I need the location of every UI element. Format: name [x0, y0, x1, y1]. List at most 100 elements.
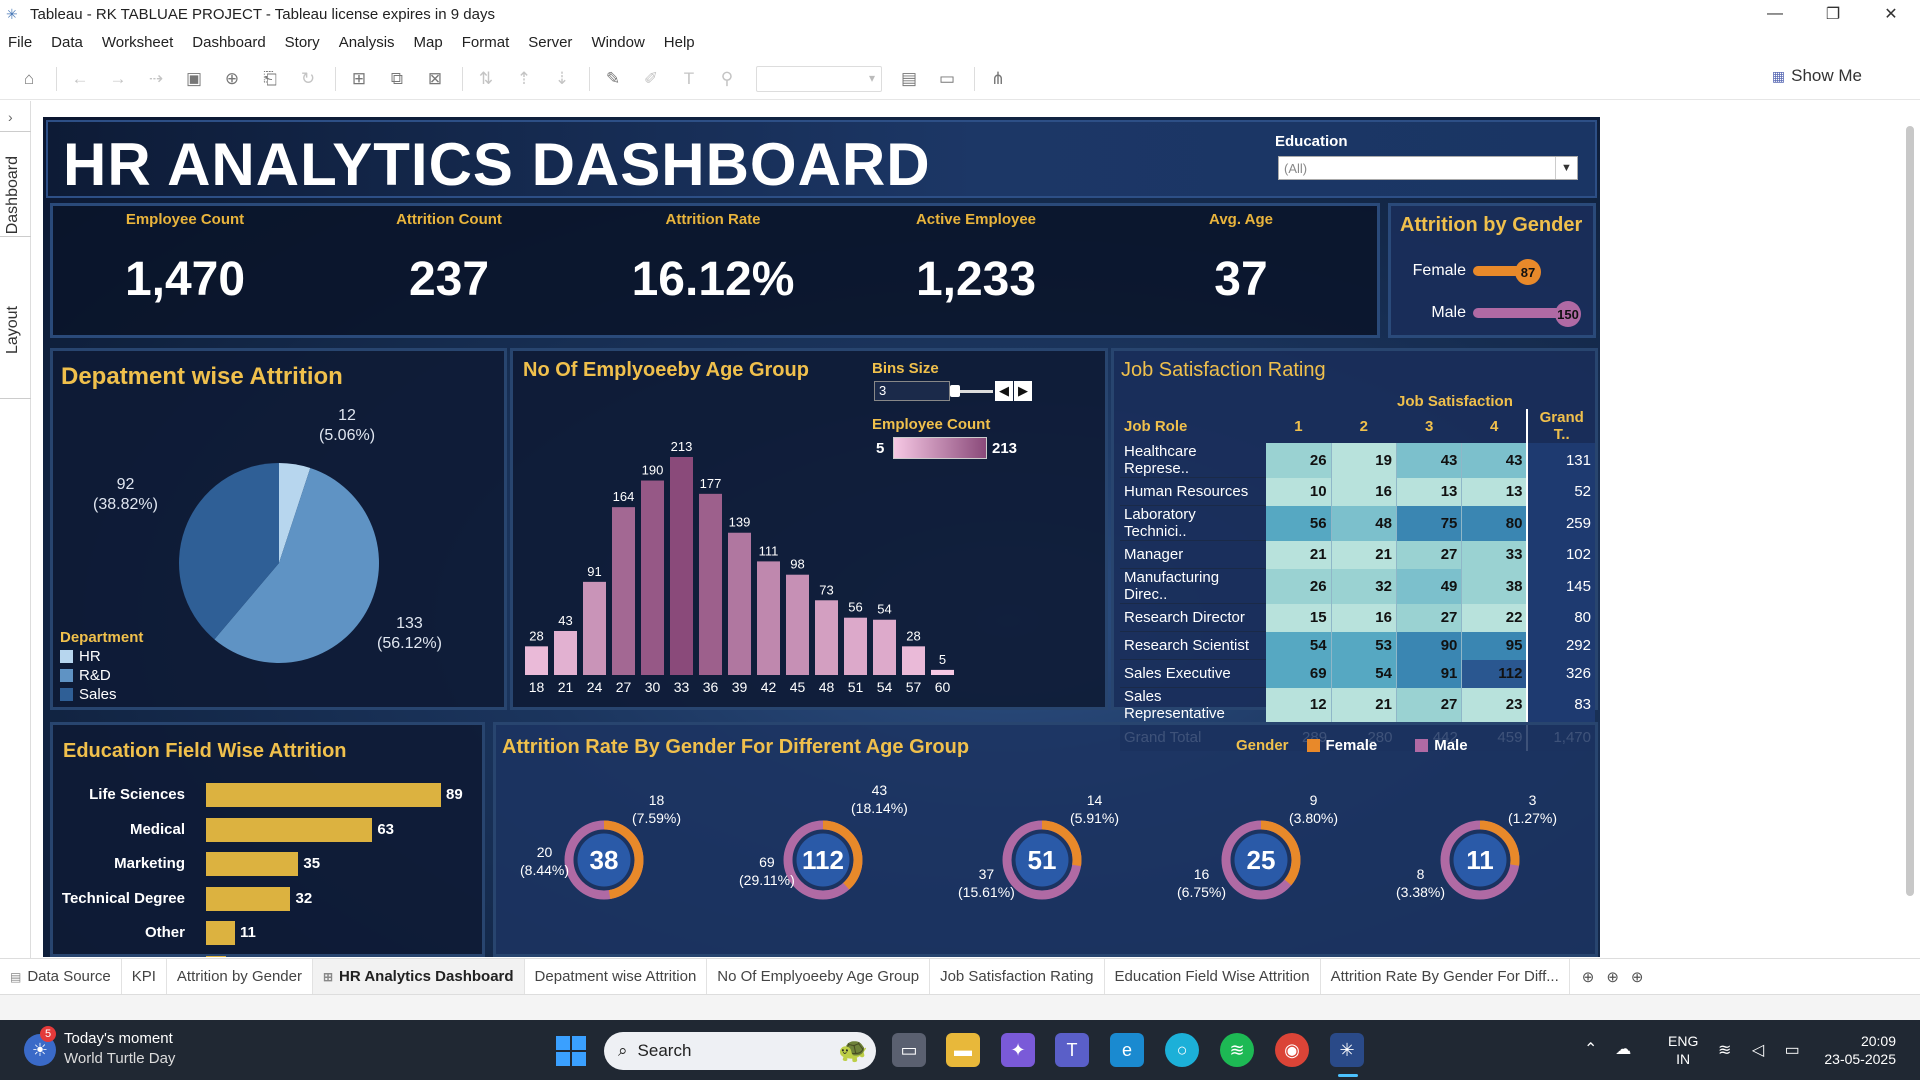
news-widget-title[interactable]: Today's moment	[64, 1030, 173, 1047]
menu-story[interactable]: Story	[285, 34, 320, 51]
heat-cell[interactable]: 21	[1331, 540, 1397, 569]
column-header[interactable]: 1	[1266, 409, 1331, 443]
menu-help[interactable]: Help	[664, 34, 695, 51]
heat-cell[interactable]: 22	[1461, 603, 1528, 632]
age-bar[interactable]	[786, 574, 809, 675]
chevron-right-icon[interactable]: ›	[8, 109, 13, 125]
chevron-down-icon[interactable]: ▼	[1555, 157, 1577, 179]
column-header[interactable]: 3	[1396, 409, 1461, 443]
heat-cell[interactable]: 10	[1265, 477, 1332, 506]
heat-cell[interactable]: 48	[1331, 505, 1397, 541]
age-bar[interactable]	[583, 581, 606, 675]
age-bar[interactable]	[728, 532, 751, 675]
taskbar-search[interactable]: ⌕ Search 🐢	[604, 1032, 876, 1070]
edu-bar-row[interactable]: Other 11	[53, 918, 483, 948]
age-bar[interactable]	[670, 457, 693, 675]
menu-data[interactable]: Data	[51, 34, 83, 51]
heat-cell[interactable]: 43	[1396, 443, 1463, 478]
heat-cell[interactable]: 95	[1461, 631, 1528, 660]
menu-window[interactable]: Window	[591, 34, 644, 51]
heat-cell[interactable]: 23	[1461, 687, 1528, 723]
menu-worksheet[interactable]: Worksheet	[102, 34, 173, 51]
legend-label[interactable]: Female	[1326, 737, 1378, 754]
heat-cell[interactable]: 15	[1265, 603, 1332, 632]
language-indicator[interactable]: ENG IN	[1668, 1032, 1698, 1068]
heat-cell[interactable]: 53	[1331, 631, 1397, 660]
age-bar[interactable]	[873, 619, 896, 675]
heat-cell[interactable]: 56	[1265, 505, 1332, 541]
legend-item-rd[interactable]: R&D	[60, 667, 143, 684]
sheet-tab[interactable]: Education Field Wise Attrition	[1105, 958, 1321, 995]
sheet-tab[interactable]: Depatment wise Attrition	[525, 958, 708, 995]
swap-icon[interactable]: ⇅	[473, 66, 499, 92]
heat-cell[interactable]: 21	[1265, 540, 1332, 569]
heat-cell[interactable]: 43	[1461, 443, 1528, 478]
edu-bar[interactable]	[206, 852, 299, 876]
new-worksheet-icon[interactable]: ⊞	[346, 66, 372, 92]
table-row[interactable]: Laboratory Technici.. 56 48 75 80 259	[1120, 505, 1595, 541]
undo-icon[interactable]: ←	[67, 66, 93, 92]
age-bar[interactable]	[757, 561, 780, 675]
gender-bar[interactable]	[1473, 308, 1568, 318]
table-row[interactable]: Manufacturing Direc.. 26 32 49 38 145	[1120, 568, 1595, 604]
tab-layout-pane[interactable]: Layout	[4, 306, 22, 354]
heat-cell[interactable]: 91	[1396, 659, 1463, 688]
heat-cell[interactable]: 27	[1396, 687, 1463, 723]
home-icon[interactable]: ⌂	[16, 66, 42, 92]
menu-map[interactable]: Map	[414, 34, 443, 51]
education-filter-select[interactable]: (All) ▼	[1278, 156, 1578, 180]
fit-dropdown[interactable]	[756, 65, 882, 92]
edge-icon[interactable]: e	[1110, 1033, 1144, 1067]
age-bar[interactable]	[902, 646, 925, 675]
highlight-icon[interactable]: ✎	[600, 66, 626, 92]
menu-dashboard[interactable]: Dashboard	[192, 34, 265, 51]
menu-format[interactable]: Format	[462, 34, 510, 51]
age-bar[interactable]	[612, 507, 635, 675]
heat-cell[interactable]: 26	[1265, 568, 1332, 604]
table-row[interactable]: Human Resources 10 16 13 13 52	[1120, 477, 1595, 506]
new-datasource-icon[interactable]: ⊕	[219, 66, 245, 92]
edu-bar-row[interactable]: Life Sciences 89	[53, 780, 483, 810]
tableau-taskbar-icon[interactable]: ✳	[1330, 1033, 1364, 1067]
sheet-tab[interactable]: ▤ Data Source	[0, 958, 122, 995]
refresh-icon[interactable]: ↻	[295, 66, 321, 92]
tray-overflow-icon[interactable]: ⌃ ☁	[1584, 1039, 1631, 1059]
group-icon[interactable]: ✐	[638, 66, 664, 92]
minimize-button[interactable]: —	[1746, 0, 1804, 28]
legend-item-sales[interactable]: Sales	[60, 686, 143, 703]
share-icon[interactable]: ⋔	[985, 66, 1011, 92]
legend-label[interactable]: Male	[1434, 737, 1467, 754]
copilot-icon[interactable]: ✦	[1001, 1033, 1035, 1067]
task-view-icon[interactable]: ▭	[892, 1033, 926, 1067]
sheet-tab[interactable]: ⊞ HR Analytics Dashboard	[312, 958, 525, 995]
edu-bar[interactable]	[206, 817, 373, 842]
age-bar[interactable]	[931, 669, 954, 675]
heat-cell[interactable]: 38	[1461, 568, 1528, 604]
donut-chart[interactable]: 25	[1219, 818, 1303, 902]
heat-cell[interactable]: 19	[1331, 443, 1397, 478]
labels-icon[interactable]: T	[676, 66, 702, 92]
duplicate-sheet-icon[interactable]: ⧉	[384, 66, 410, 92]
menu-analysis[interactable]: Analysis	[339, 34, 395, 51]
show-cards-icon[interactable]: ▤	[896, 66, 922, 92]
sort-asc-icon[interactable]: ⇡	[511, 66, 537, 92]
heat-cell[interactable]: 54	[1265, 631, 1332, 660]
age-bar[interactable]	[815, 600, 838, 675]
age-bar[interactable]	[554, 630, 577, 675]
age-group-bar-chart[interactable]: 28 18 43 21 91 24 164 27 190 30 213 33 177 36 139 39 111…	[513, 351, 1111, 713]
heat-cell[interactable]: 27	[1396, 603, 1463, 632]
age-bar[interactable]	[525, 646, 548, 675]
heat-cell[interactable]: 54	[1331, 659, 1397, 688]
sort-desc-icon[interactable]: ⇣	[549, 66, 575, 92]
scrollbar-thumb[interactable]	[1906, 126, 1914, 896]
legend-item-hr[interactable]: HR	[60, 648, 143, 665]
heat-cell[interactable]: 13	[1396, 477, 1463, 506]
edu-bar[interactable]	[206, 921, 236, 945]
chrome-icon[interactable]: ◉	[1275, 1033, 1309, 1067]
column-header[interactable]: 4	[1462, 409, 1528, 443]
table-row[interactable]: Manager 21 21 27 33 102	[1120, 540, 1595, 569]
show-me-button[interactable]: ▦ Show Me	[1772, 66, 1862, 86]
heat-cell[interactable]: 90	[1396, 631, 1463, 660]
heat-cell[interactable]: 49	[1396, 568, 1463, 604]
system-tray-icons[interactable]: ≋ ◁ ▭	[1718, 1040, 1808, 1060]
